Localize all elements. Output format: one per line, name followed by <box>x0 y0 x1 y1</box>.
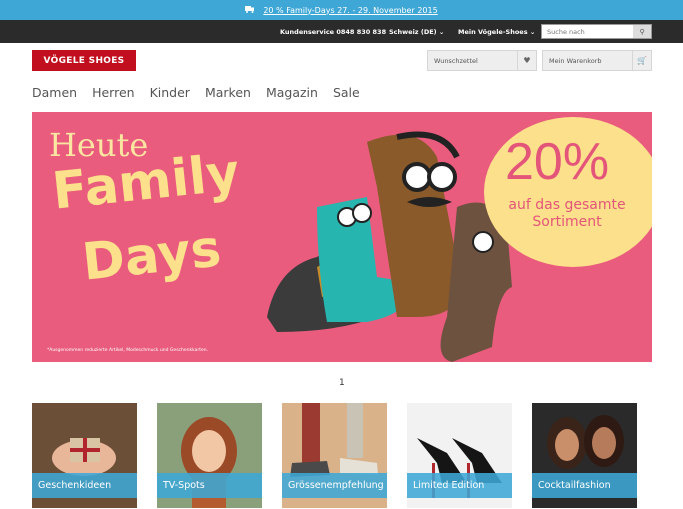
search-input[interactable] <box>542 27 634 36</box>
hero-line3: Days <box>79 219 224 293</box>
wishlist-label: Wunschzettel <box>434 56 478 65</box>
account-menu[interactable]: Mein Vögele-Shoes ⌄ <box>458 28 535 36</box>
tile-label: Limited Edition <box>407 473 512 498</box>
main-nav: Damen Herren Kinder Marken Magazin Sale <box>32 85 375 100</box>
nav-item-herren[interactable]: Herren <box>92 85 135 100</box>
chevron-down-icon: ⌄ <box>438 28 445 36</box>
account-label: Mein Vögele-Shoes <box>458 28 528 36</box>
cart-button[interactable]: Mein Warenkorb 🛒 <box>542 50 652 71</box>
country-label: Schweiz (DE) <box>389 28 437 36</box>
chevron-down-icon: ⌄ <box>529 28 536 36</box>
promo-bar: 20 % Family-Days 27. - 29. November 2015 <box>0 0 683 20</box>
tile-groessenempfehlung[interactable]: Grössenempfehlung <box>282 403 387 508</box>
hero-banner[interactable]: Heute Family Days 20% auf das gesamte So… <box>32 112 652 362</box>
promo-link[interactable]: 20 % Family-Days 27. - 29. November 2015 <box>263 6 437 15</box>
tile-tv-spots[interactable]: TV-Spots <box>157 403 262 508</box>
shoes-illustration <box>267 131 512 362</box>
nav-item-magazin[interactable]: Magazin <box>266 85 318 100</box>
nav-item-damen[interactable]: Damen <box>32 85 77 100</box>
cart-label: Mein Warenkorb <box>549 56 602 65</box>
truck-icon <box>245 5 255 15</box>
nav-item-sale[interactable]: Sale <box>333 85 360 100</box>
nav-item-marken[interactable]: Marken <box>205 85 251 100</box>
heart-icon: ♥ <box>517 51 536 70</box>
cart-icon: 🛒 <box>632 51 651 70</box>
tile-limited-edition[interactable]: Limited Edition <box>407 403 512 508</box>
search-box: ⚲ <box>541 24 652 39</box>
tile-label: Grössenempfehlung <box>282 473 387 498</box>
logo[interactable]: VÖGELE SHOES <box>32 50 136 71</box>
country-selector[interactable]: Schweiz (DE) ⌄ <box>389 28 444 36</box>
search-icon[interactable]: ⚲ <box>633 25 651 38</box>
wishlist-button[interactable]: Wunschzettel ♥ <box>427 50 537 71</box>
tile-label: Cocktailfashion <box>532 473 637 498</box>
tile-cocktailfashion[interactable]: Cocktailfashion <box>532 403 637 508</box>
hero-footnote: *Ausgenommen reduzierte Artikel, Modesch… <box>47 348 209 353</box>
hero-subtext: auf das gesamte Sortiment <box>508 197 626 230</box>
slider-pager[interactable]: 1 <box>339 378 345 388</box>
nav-item-kinder[interactable]: Kinder <box>150 85 190 100</box>
tile-label: Geschenkideen <box>32 473 137 498</box>
top-bar: Kundenservice 0848 830 838 Schweiz (DE) … <box>0 20 683 43</box>
tile-label: TV-Spots <box>157 473 262 498</box>
hero-percent: 20% <box>505 133 610 191</box>
tile-geschenkideen[interactable]: Geschenkideen <box>32 403 137 508</box>
customer-service: Kundenservice 0848 830 838 <box>280 28 387 36</box>
